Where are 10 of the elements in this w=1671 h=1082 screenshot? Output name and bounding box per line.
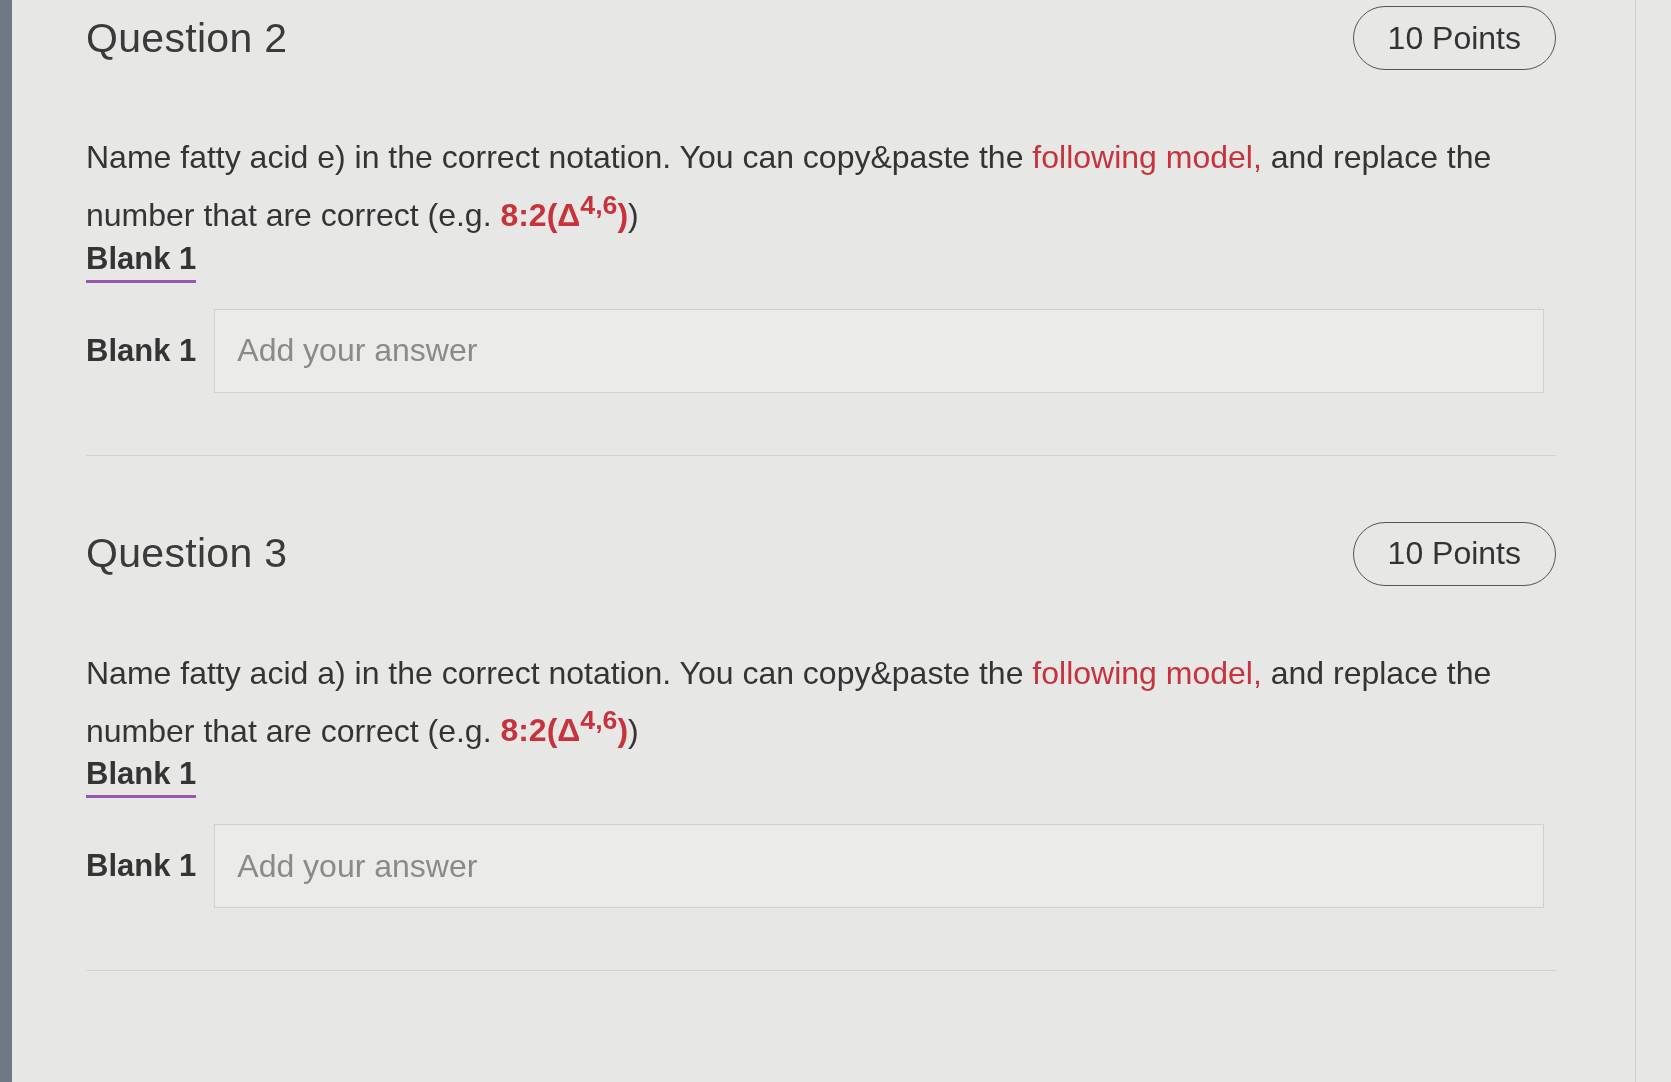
question-text: Name fatty acid e) in the correct notation. You can copy&paste the following model, and replace the number that are correct (e.g. 8:2(Δ$^{4,6}$))	[86, 138, 1493, 235]
question-title: Question 3	[86, 530, 288, 578]
question-text: Name fatty acid a) in the correct notation. You can copy&paste the following model, and replace the number that are correct (e.g. 8:2(Δ$^{4,6}$))	[86, 653, 1493, 751]
blank-heading: Blank 1	[86, 240, 197, 283]
question-title: Question 2	[86, 14, 288, 62]
blank-label: Blank 1	[86, 848, 197, 885]
blank-label: Blank 1	[86, 332, 197, 369]
blank-heading: Blank 1	[86, 756, 197, 799]
answer-field[interactable]: Add your answer	[214, 308, 1545, 393]
answer-field[interactable]: Add your answer	[214, 824, 1545, 909]
